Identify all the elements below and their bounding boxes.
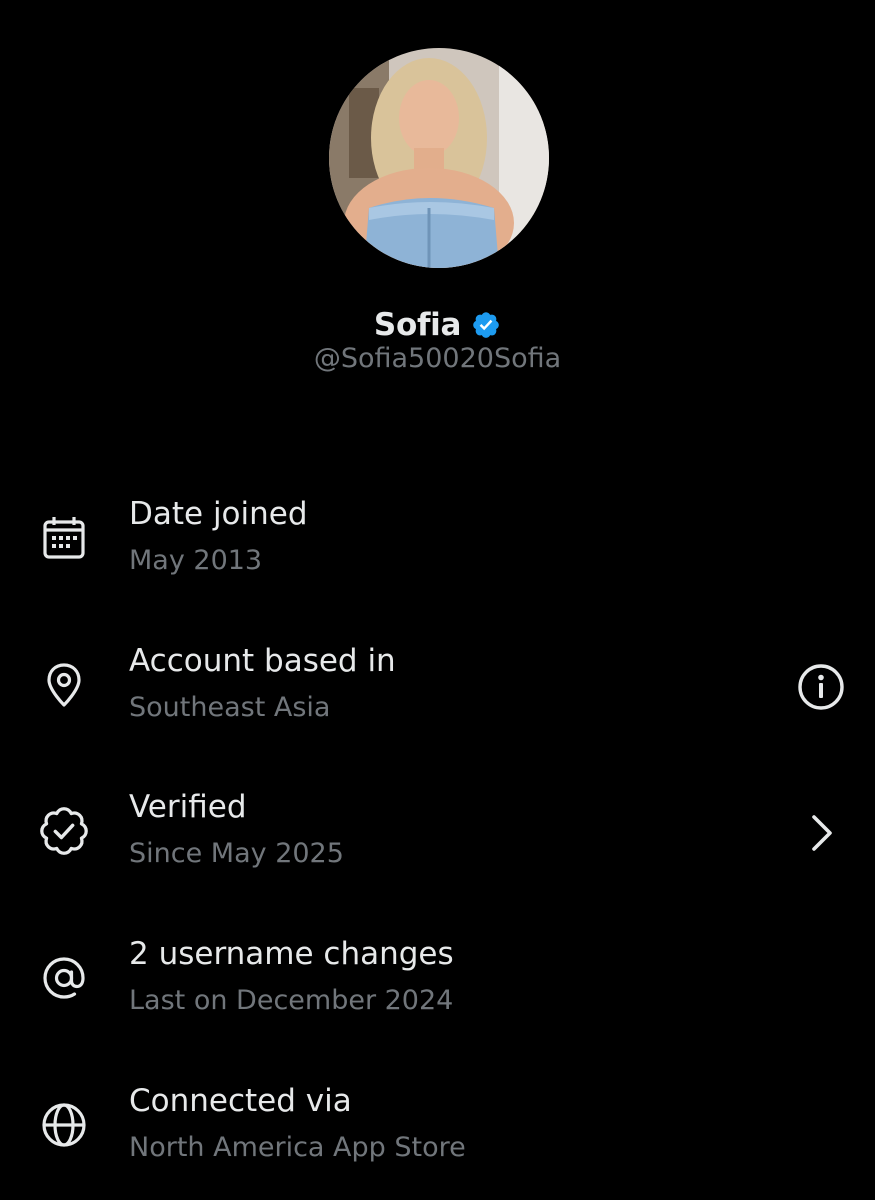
at-sign-icon [38, 952, 90, 1004]
row-title: Account based in [129, 643, 396, 679]
row-title: 2 username changes [129, 936, 454, 972]
row-subtitle: May 2013 [129, 545, 263, 576]
info-icon[interactable] [795, 661, 847, 713]
row-title: Connected via [129, 1083, 352, 1119]
row-subtitle: Since May 2025 [129, 838, 344, 869]
profile-handle: @Sofia50020Sofia [313, 343, 562, 374]
verified-badge-icon [38, 805, 90, 857]
about-row-verified[interactable]: Verified Since May 2025 [0, 783, 875, 893]
row-title: Date joined [129, 496, 308, 532]
avatar-photo [329, 48, 549, 268]
about-row-account-based-in: Account based in Southeast Asia [0, 637, 875, 747]
location-pin-icon [38, 659, 90, 711]
row-subtitle: Southeast Asia [129, 692, 331, 723]
row-title: Verified [129, 789, 247, 825]
about-row-username-changes: 2 username changes Last on December 2024 [0, 930, 875, 1040]
row-subtitle: North America App Store [129, 1132, 466, 1163]
about-row-date-joined: Date joined May 2013 [0, 490, 875, 600]
display-name: Sofia [373, 307, 462, 343]
row-subtitle: Last on December 2024 [129, 985, 454, 1016]
about-row-connected-via: Connected via North America App Store [0, 1077, 875, 1187]
chevron-right-icon[interactable] [800, 807, 844, 859]
globe-icon [38, 1099, 90, 1151]
profile-avatar[interactable] [329, 48, 549, 268]
calendar-icon [38, 512, 90, 564]
verified-badge-icon [471, 310, 501, 340]
